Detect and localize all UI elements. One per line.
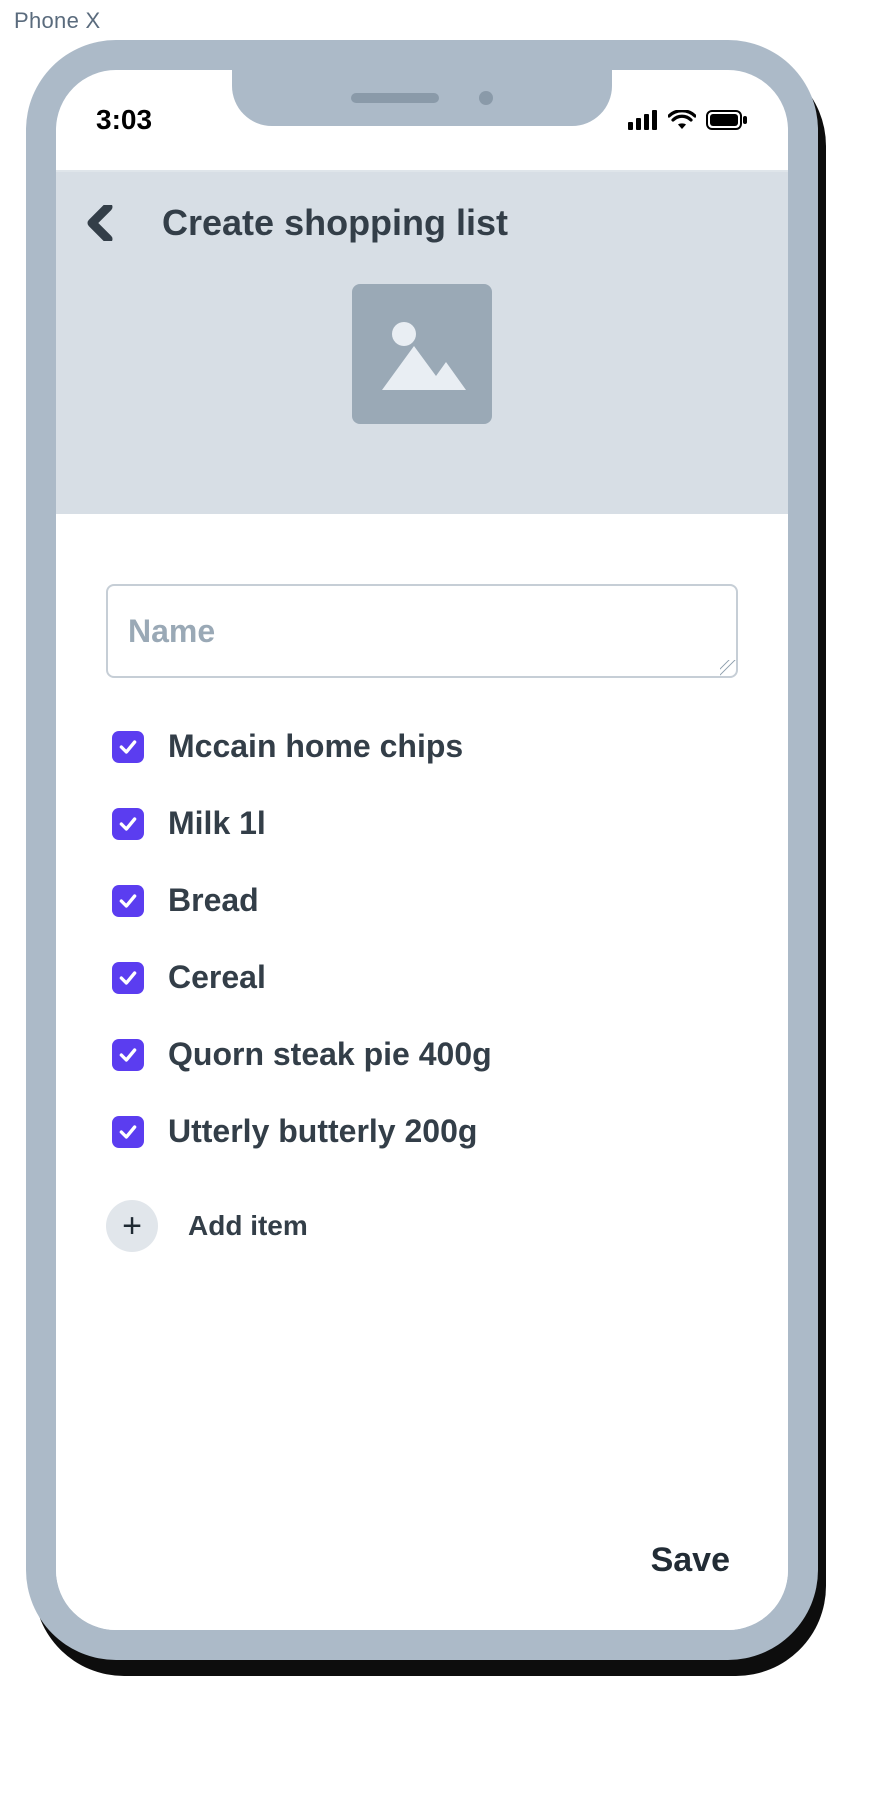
checkbox[interactable] xyxy=(112,885,144,917)
checkbox[interactable] xyxy=(112,1116,144,1148)
list-item[interactable]: Quorn steak pie 400g xyxy=(106,1036,738,1073)
checkbox[interactable] xyxy=(112,731,144,763)
phone-frame: 3:03 xyxy=(26,40,818,1660)
list-item[interactable]: Utterly butterly 200g xyxy=(106,1113,738,1150)
app-content: Create shopping list xyxy=(56,170,788,1630)
image-icon xyxy=(372,304,472,404)
check-icon xyxy=(118,968,138,988)
list-item[interactable]: Milk 1l xyxy=(106,805,738,842)
cellular-icon xyxy=(628,110,658,130)
check-icon xyxy=(118,737,138,757)
item-label: Bread xyxy=(168,882,259,919)
list-item[interactable]: Mccain home chips xyxy=(106,728,738,765)
check-icon xyxy=(118,814,138,834)
add-item-button[interactable]: + xyxy=(106,1200,158,1252)
add-item-row[interactable]: + Add item xyxy=(106,1200,738,1252)
plus-icon: + xyxy=(122,1209,142,1243)
status-time: 3:03 xyxy=(96,104,152,136)
list-name-input[interactable] xyxy=(106,584,738,678)
image-placeholder[interactable] xyxy=(352,284,492,424)
phone-screen: 3:03 xyxy=(56,70,788,1630)
header-area: Create shopping list xyxy=(56,172,788,514)
item-label: Milk 1l xyxy=(168,805,266,842)
items-list: Mccain home chips Milk 1l xyxy=(106,728,738,1150)
page-title: Create shopping list xyxy=(162,202,508,244)
checkbox[interactable] xyxy=(112,962,144,994)
checkbox[interactable] xyxy=(112,1039,144,1071)
check-icon xyxy=(118,891,138,911)
item-label: Quorn steak pie 400g xyxy=(168,1036,492,1073)
device-label: Phone X xyxy=(14,8,101,34)
item-label: Utterly butterly 200g xyxy=(168,1113,477,1150)
add-item-label: Add item xyxy=(188,1210,308,1242)
wifi-icon xyxy=(668,110,696,130)
status-bar: 3:03 xyxy=(56,70,788,170)
battery-icon xyxy=(706,110,748,130)
item-label: Cereal xyxy=(168,959,266,996)
check-icon xyxy=(118,1122,138,1142)
item-label: Mccain home chips xyxy=(168,728,463,765)
list-item[interactable]: Bread xyxy=(106,882,738,919)
check-icon xyxy=(118,1045,138,1065)
chevron-left-icon xyxy=(86,205,114,241)
checkbox[interactable] xyxy=(112,808,144,840)
back-button[interactable] xyxy=(86,205,122,241)
save-button[interactable]: Save xyxy=(651,1541,730,1580)
list-item[interactable]: Cereal xyxy=(106,959,738,996)
